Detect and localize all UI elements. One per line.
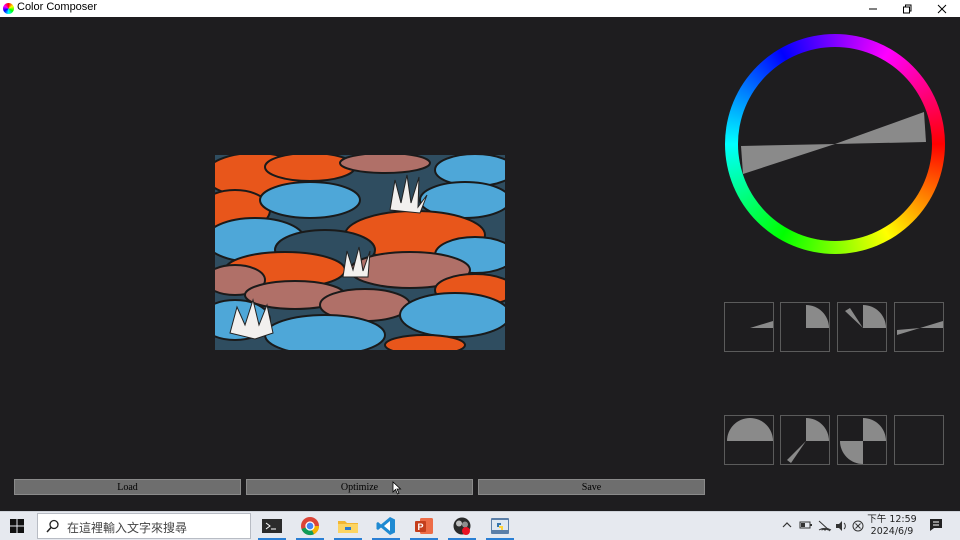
obs-icon[interactable] — [448, 515, 476, 540]
vscode-icon[interactable] — [372, 515, 400, 540]
wifi-icon[interactable] — [818, 520, 832, 535]
restore-button[interactable] — [890, 0, 924, 17]
harmony-template-tile[interactable] — [724, 302, 774, 352]
taskbar-search-box[interactable]: 在這裡輸入文字來搜尋 — [37, 513, 251, 539]
harmony-wedge — [741, 112, 926, 174]
meet-now-icon[interactable] — [852, 520, 864, 535]
color-wheel[interactable] — [725, 34, 945, 254]
battery-icon[interactable] — [799, 520, 813, 533]
svg-text:P: P — [418, 522, 424, 532]
python-icon[interactable] — [486, 515, 514, 540]
optimize-button[interactable]: Optimize — [246, 479, 473, 495]
title-bar: Color Composer — [0, 0, 960, 17]
image-preview — [215, 155, 505, 350]
volume-icon[interactable] — [835, 520, 847, 535]
harmony-template-tile[interactable] — [837, 302, 887, 352]
mouse-cursor-icon — [392, 481, 402, 495]
close-button[interactable] — [925, 0, 959, 17]
save-button[interactable]: Save — [478, 479, 705, 495]
harmony-template-tile[interactable] — [724, 415, 774, 465]
clock-date: 2024/6/9 — [870, 526, 914, 537]
harmony-template-tile[interactable] — [780, 302, 830, 352]
taskbar-clock[interactable]: 下午 12:59 2024/6/9 — [866, 514, 918, 538]
harmony-template-tile[interactable] — [894, 302, 944, 352]
window-title: Color Composer — [17, 1, 98, 13]
minimize-button[interactable] — [856, 0, 890, 17]
load-button[interactable]: Load — [14, 479, 241, 495]
harmony-template-tile[interactable] — [780, 415, 830, 465]
terminal-icon[interactable] — [258, 515, 286, 540]
notification-center-icon[interactable] — [929, 518, 943, 535]
taskbar: 在這裡輸入文字來搜尋 P 下午 12:59 2024/6/9 — [0, 511, 960, 540]
harmony-template-tile[interactable] — [894, 415, 944, 465]
chrome-icon[interactable] — [296, 515, 324, 540]
search-icon — [46, 519, 59, 533]
windows-start-icon[interactable] — [10, 519, 24, 533]
harmony-template-tile[interactable] — [837, 415, 887, 465]
clock-time: 下午 12:59 — [867, 514, 917, 525]
powerpoint-icon[interactable]: P — [410, 515, 438, 540]
file-explorer-icon[interactable] — [334, 515, 362, 540]
color-wheel-icon — [3, 3, 14, 14]
tray-overflow-icon[interactable] — [782, 520, 792, 533]
search-placeholder: 在這裡輸入文字來搜尋 — [67, 521, 188, 535]
